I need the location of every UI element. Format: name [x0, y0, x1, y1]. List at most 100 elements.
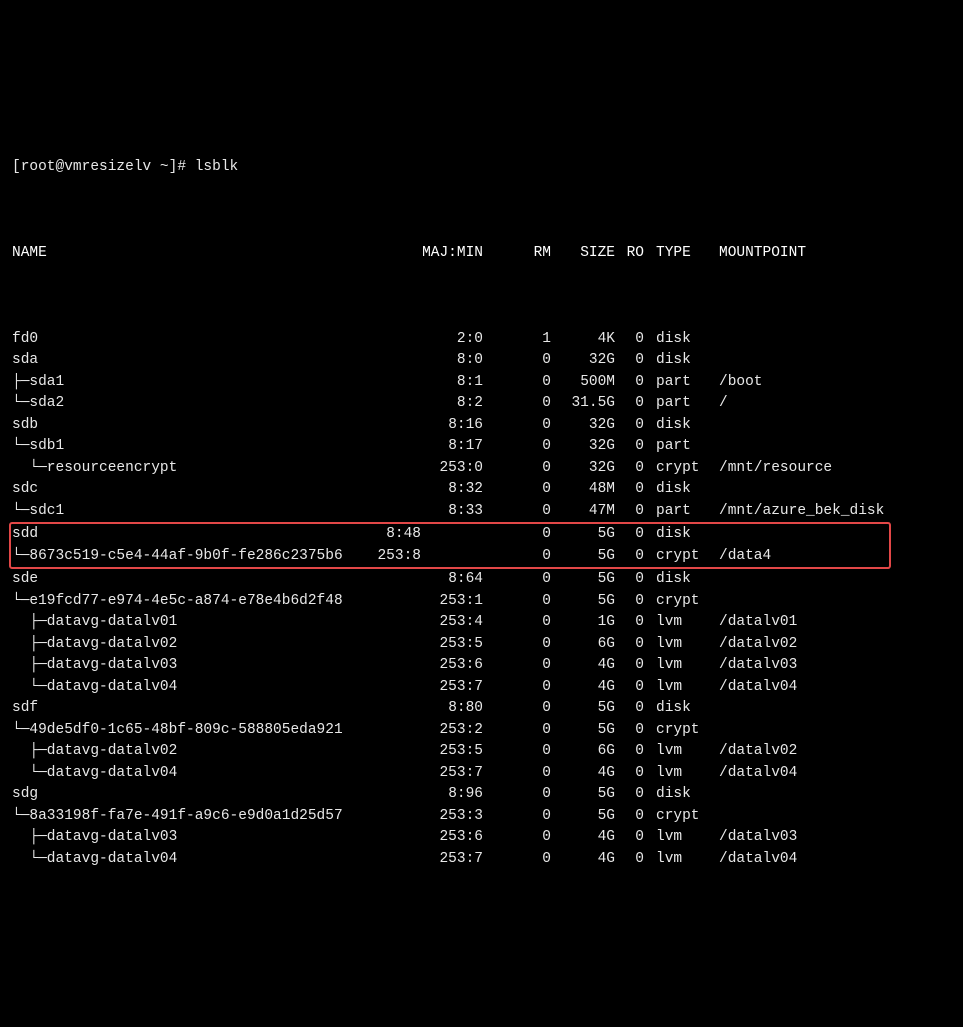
device-majmin: 253:2 — [439, 720, 483, 742]
device-size: 4G — [560, 655, 615, 677]
device-majmin: 253:6 — [439, 655, 483, 677]
device-type: disk — [656, 698, 691, 720]
device-size: 4G — [560, 677, 615, 699]
lsblk-row: └─datavg-datalv04253:704G0lvm/datalv04 — [12, 677, 951, 699]
device-ro: 0 — [624, 458, 644, 480]
terminal-output: [root@vmresizelv ~]# lsblk NAME MAJ:MIN … — [12, 92, 951, 913]
device-majmin: 253:7 — [439, 849, 483, 871]
device-rm: 0 — [531, 591, 551, 613]
device-name: └─sda2 — [12, 393, 64, 415]
device-majmin: 8:48 — [386, 524, 421, 546]
device-mountpoint: /datalv03 — [719, 655, 797, 677]
device-mountpoint: /datalv01 — [719, 612, 797, 634]
device-majmin: 8:1 — [457, 372, 483, 394]
device-ro: 0 — [624, 372, 644, 394]
device-size: 32G — [560, 415, 615, 437]
device-rm: 0 — [531, 634, 551, 656]
device-mountpoint: /datalv03 — [719, 827, 797, 849]
lsblk-row: fd02:014K0disk — [12, 329, 951, 351]
device-size: 500M — [560, 372, 615, 394]
lsblk-row: └─resourceencrypt253:0032G0crypt/mnt/res… — [12, 458, 951, 480]
device-ro: 0 — [624, 329, 644, 351]
device-size: 5G — [560, 720, 615, 742]
device-type: crypt — [656, 591, 700, 613]
device-mountpoint: /datalv04 — [719, 677, 797, 699]
device-size: 32G — [560, 350, 615, 372]
device-ro: 0 — [624, 479, 644, 501]
device-mountpoint: /data4 — [719, 546, 771, 568]
device-majmin: 8:17 — [448, 436, 483, 458]
device-name: sdd — [12, 524, 38, 546]
lsblk-row: sdc8:32048M0disk — [12, 479, 951, 501]
device-majmin: 8:64 — [448, 569, 483, 591]
device-majmin: 253:3 — [439, 806, 483, 828]
device-majmin: 8:0 — [457, 350, 483, 372]
device-rm: 0 — [531, 655, 551, 677]
device-size: 5G — [560, 784, 615, 806]
device-majmin: 8:96 — [448, 784, 483, 806]
device-type: disk — [656, 524, 691, 546]
device-type: disk — [656, 479, 691, 501]
device-majmin: 253:7 — [439, 677, 483, 699]
device-rm: 0 — [531, 569, 551, 591]
device-name: ├─datavg-datalv01 — [12, 612, 177, 634]
device-rm: 0 — [531, 415, 551, 437]
device-type: crypt — [656, 720, 700, 742]
lsblk-row: └─sdc18:33047M0part/mnt/azure_bek_disk — [12, 501, 951, 523]
device-ro: 0 — [624, 436, 644, 458]
device-size: 32G — [560, 436, 615, 458]
shell-prompt-line: [root@vmresizelv ~]# lsblk — [12, 157, 951, 179]
device-name: └─datavg-datalv04 — [12, 763, 177, 785]
device-size: 4G — [560, 827, 615, 849]
device-rm: 0 — [531, 806, 551, 828]
device-name: └─e19fcd77-e974-4e5c-a874-e78e4b6d2f48 — [12, 591, 343, 613]
device-ro: 0 — [624, 524, 644, 546]
lsblk-row: sdg8:9605G0disk — [12, 784, 951, 806]
device-type: lvm — [656, 655, 682, 677]
device-type: part — [656, 436, 691, 458]
lsblk-row: └─e19fcd77-e974-4e5c-a874-e78e4b6d2f4825… — [12, 591, 951, 613]
device-size: 5G — [560, 524, 615, 546]
device-size: 5G — [560, 806, 615, 828]
device-name: ├─datavg-datalv03 — [12, 827, 177, 849]
highlight-box: sdd 8:48 0 5G 0 disk└─8673c519-c5e4-44af-9b0f… — [9, 522, 891, 569]
device-type: lvm — [656, 612, 682, 634]
device-rm: 0 — [531, 479, 551, 501]
device-type: disk — [656, 569, 691, 591]
device-type: part — [656, 393, 691, 415]
device-ro: 0 — [624, 569, 644, 591]
device-majmin: 8:32 — [448, 479, 483, 501]
device-majmin: 8:2 — [457, 393, 483, 415]
col-header-name: NAME — [12, 243, 47, 265]
device-rm: 0 — [531, 849, 551, 871]
device-majmin: 253:5 — [439, 634, 483, 656]
device-ro: 0 — [624, 677, 644, 699]
device-majmin: 8:33 — [448, 501, 483, 523]
device-majmin: 8:80 — [448, 698, 483, 720]
lsblk-row: └─49de5df0-1c65-48bf-809c-588805eda92125… — [12, 720, 951, 742]
col-header-majmin: MAJ:MIN — [422, 243, 483, 265]
lsblk-row: └─sdb18:17032G0part — [12, 436, 951, 458]
device-ro: 0 — [624, 827, 644, 849]
device-ro: 0 — [624, 634, 644, 656]
device-ro: 0 — [624, 763, 644, 785]
device-type: crypt — [656, 458, 700, 480]
lsblk-row: └─8673c519-c5e4-44af-9b0f-fe286c2375b625… — [12, 546, 889, 568]
col-header-ro: RO — [624, 243, 644, 265]
lsblk-row: sde8:6405G0disk — [12, 569, 951, 591]
device-rm: 0 — [531, 372, 551, 394]
device-name: sdg — [12, 784, 38, 806]
device-name: sda — [12, 350, 38, 372]
device-type: lvm — [656, 677, 682, 699]
device-majmin: 253:6 — [439, 827, 483, 849]
device-ro: 0 — [624, 591, 644, 613]
device-rm: 0 — [531, 677, 551, 699]
device-ro: 0 — [624, 546, 644, 568]
device-type: lvm — [656, 634, 682, 656]
device-majmin: 253:5 — [439, 741, 483, 763]
device-size: 5G — [560, 569, 615, 591]
device-rm: 0 — [531, 393, 551, 415]
device-ro: 0 — [624, 350, 644, 372]
device-name: └─sdb1 — [12, 436, 64, 458]
device-size: 32G — [560, 458, 615, 480]
